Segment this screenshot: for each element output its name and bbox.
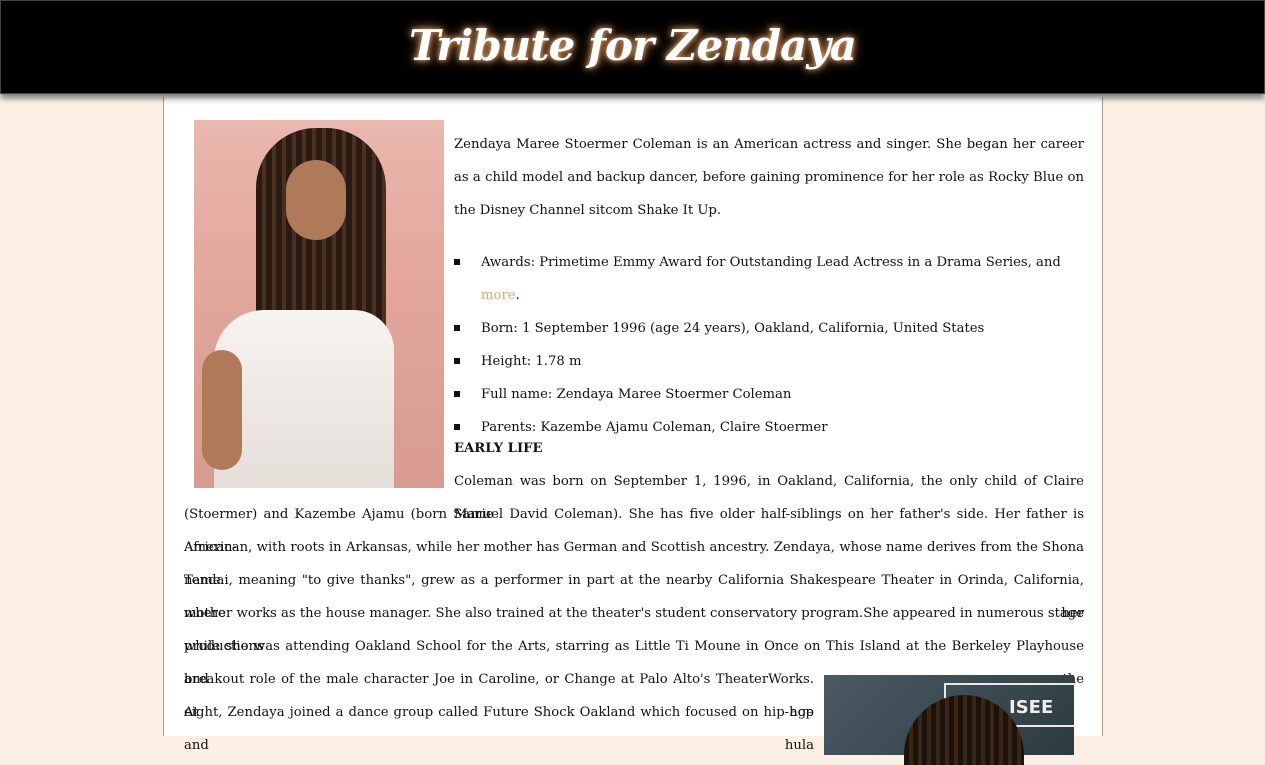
- early-life-heading: EARLY LIFE: [454, 441, 543, 456]
- list-item: Full name: Zendaya Maree Stoermer Colema…: [454, 378, 1084, 411]
- zendaya-event-image: ISEE: [824, 675, 1076, 765]
- more-awards-link[interactable]: more: [481, 288, 516, 303]
- event-sign-text: ISEE: [1009, 697, 1054, 718]
- list-item: Born: 1 September 1996 (age 24 years), O…: [454, 312, 1084, 345]
- list-item: Awards: Primetime Emmy Award for Outstan…: [454, 246, 1084, 312]
- list-item: Height: 1.78 m: [454, 345, 1084, 378]
- header-divider: [0, 94, 1265, 97]
- zendaya-portrait-image: [194, 120, 444, 488]
- intro-paragraph: Zendaya Maree Stoermer Coleman is an Ame…: [454, 137, 1084, 218]
- early-life-line: eight, Zendaya joined a dance group call…: [184, 705, 814, 753]
- facts-list: Awards: Primetime Emmy Award for Outstan…: [454, 246, 1084, 444]
- page-title: Tribute for Zendaya: [409, 21, 857, 70]
- main-content: Zendaya Maree Stoermer Coleman is an Ame…: [163, 96, 1103, 765]
- page-header: Tribute for Zendaya: [0, 0, 1265, 94]
